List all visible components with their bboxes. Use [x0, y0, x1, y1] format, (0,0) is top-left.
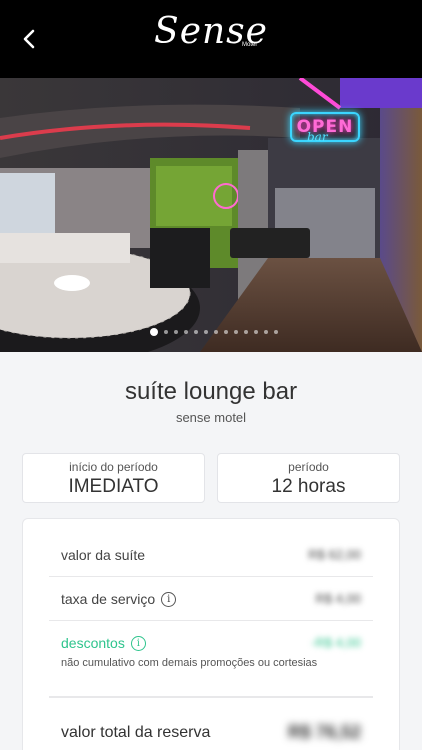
suite-photo-carousel[interactable]: OPEN bar — [0, 78, 422, 352]
total-row: valor total da reserva R$ 76,52 — [49, 697, 373, 750]
suite-price-label: valor da suíte — [61, 547, 145, 563]
total-label: valor total da reserva — [61, 724, 211, 741]
period-start-label: início do período — [69, 460, 158, 474]
carousel-pagination — [0, 328, 422, 336]
pagination-dot[interactable] — [274, 330, 278, 334]
discount-value: -R$ 4,00 — [311, 635, 361, 650]
period-start-value: IMEDIATO — [68, 476, 159, 497]
discount-note: não cumulativo com demais promoções ou c… — [61, 657, 318, 669]
pagination-dot[interactable] — [174, 330, 178, 334]
pagination-dot[interactable] — [264, 330, 268, 334]
logo-subtext: Motel — [242, 42, 257, 48]
pagination-dot[interactable] — [224, 330, 228, 334]
service-fee-label-text: taxa de serviço — [61, 591, 156, 607]
pagination-dot[interactable] — [214, 330, 218, 334]
service-fee-value: R$ 4,00 — [315, 591, 361, 606]
motel-name: sense motel — [175, 410, 247, 425]
suite-price-value: R$ 62,00 — [308, 547, 361, 562]
brand-logo: Sense — [0, 12, 422, 52]
period-start-box: início do período IMEDIATO — [22, 453, 205, 503]
pagination-dot[interactable] — [184, 330, 188, 334]
suite-price-label-text: valor da suíte — [61, 547, 146, 563]
pagination-dot[interactable] — [164, 330, 168, 334]
info-icon[interactable]: i — [161, 591, 177, 607]
total-value: R$ 76,52 — [287, 722, 361, 742]
period-duration-label: período — [288, 460, 329, 474]
pagination-dot[interactable] — [194, 330, 198, 334]
pagination-dot[interactable] — [234, 330, 238, 334]
neon-sign-sub-text: bar — [307, 130, 328, 144]
pagination-dot[interactable] — [254, 330, 258, 334]
service-fee-label: taxa de serviço i — [61, 591, 177, 607]
app-header: Sense Motel — [0, 0, 422, 78]
pagination-dot[interactable] — [244, 330, 248, 334]
pagination-dot-active[interactable] — [150, 328, 158, 336]
service-fee-row: taxa de serviço i R$ 4,00 — [49, 577, 373, 621]
info-icon[interactable]: i — [130, 635, 146, 651]
discount-label: descontos i — [61, 635, 146, 651]
suite-price-row: valor da suíte R$ 62,00 — [49, 533, 373, 577]
suite-title: suíte lounge bar — [124, 378, 298, 405]
price-summary-card: valor da suíte R$ 62,00 taxa de serviço … — [22, 518, 400, 750]
pagination-dot[interactable] — [204, 330, 208, 334]
period-duration-box: período 12 horas — [217, 453, 400, 503]
discount-label-text: descontos — [61, 635, 125, 651]
period-duration-value: 12 horas — [271, 476, 346, 497]
